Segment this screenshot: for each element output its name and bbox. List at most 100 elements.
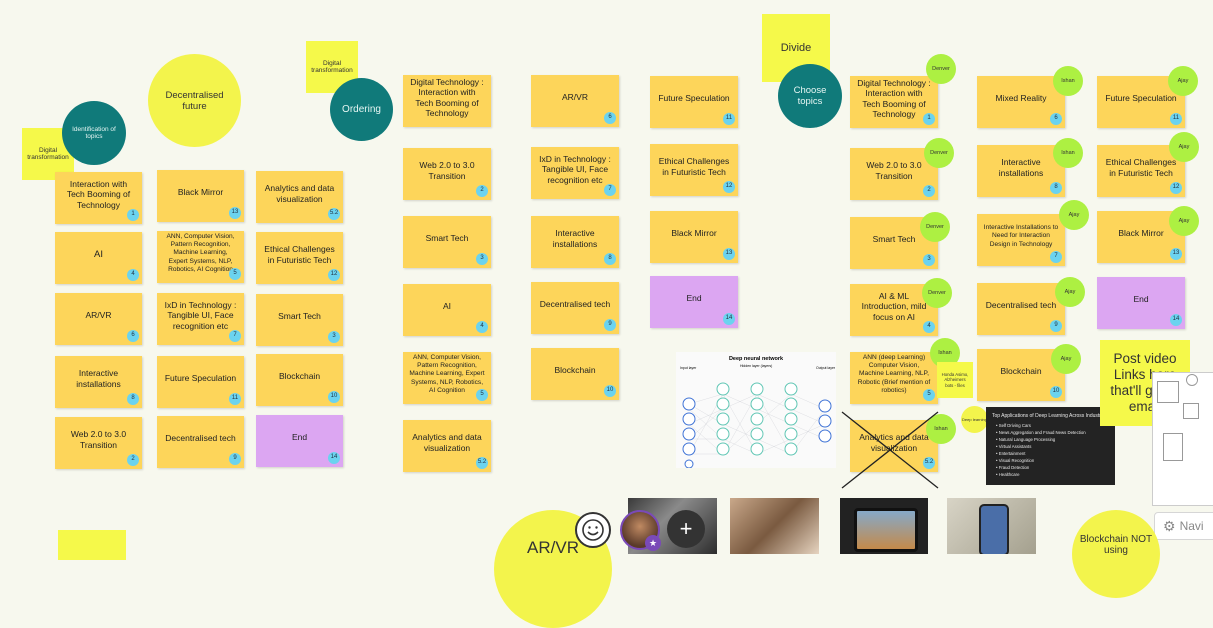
topic-note[interactable]: AI 4 bbox=[403, 284, 491, 336]
topic-note[interactable]: Interactive Installations to Need for In… bbox=[977, 214, 1065, 266]
topic-note[interactable]: Smart Tech 3 bbox=[403, 216, 491, 268]
photo-thumbnail[interactable] bbox=[947, 498, 1036, 554]
photo-thumbnail[interactable] bbox=[730, 498, 819, 554]
user-avatar[interactable]: ★ bbox=[620, 510, 661, 551]
topic-note[interactable]: Ethical Challenges in Futuristic Tech 12 bbox=[256, 232, 343, 284]
topic-note[interactable]: Future Speculation 11 bbox=[157, 356, 244, 408]
topic-note[interactable]: End 14 bbox=[256, 415, 343, 467]
order-badge: 13 bbox=[229, 207, 241, 219]
topic-note[interactable]: Smart Tech 3 bbox=[256, 294, 343, 346]
topic-note[interactable]: Future Speculation 11 bbox=[650, 76, 738, 128]
note-text: Black Mirror bbox=[671, 228, 717, 239]
note-text: Future Speculation bbox=[1105, 93, 1177, 104]
topic-note[interactable]: Digital Technology : Interaction with Te… bbox=[403, 75, 491, 127]
order-badge: 5.2 bbox=[476, 457, 488, 469]
note-text: Interaction with Tech Booming of Technol… bbox=[66, 178, 131, 210]
note-text: Interactive Installations to Need for In… bbox=[983, 224, 1059, 248]
note-text: Digital Technology : Interaction with Te… bbox=[857, 77, 931, 119]
circle-label: Blockchain NOT using bbox=[1079, 534, 1153, 556]
topic-note[interactable]: Web 2.0 to 3.0 Transition 2 bbox=[55, 417, 142, 469]
topic-note[interactable]: Blockchain 10 bbox=[531, 348, 619, 400]
topic-note[interactable]: Black Mirror 13 bbox=[157, 170, 244, 222]
topic-note[interactable]: Analytics and data visualization 5.2 bbox=[256, 171, 343, 223]
topic-note[interactable]: Digital Technology : Interaction with Te… bbox=[850, 76, 938, 128]
topic-note[interactable]: Mixed Reality 6 bbox=[977, 76, 1065, 128]
order-badge: 14 bbox=[328, 452, 340, 464]
blockchain-circle[interactable]: Blockchain NOT using bbox=[1072, 510, 1160, 598]
smiley-icon bbox=[582, 519, 604, 541]
note-text: ANN, Computer Vision, Pattern Recognitio… bbox=[166, 233, 235, 273]
assignee-avatar: Ajay bbox=[1168, 66, 1198, 96]
identification-circle[interactable]: Identification of topics bbox=[62, 101, 126, 165]
photo-thumbnail[interactable] bbox=[840, 498, 928, 554]
deep-learning-applications-card[interactable]: Top Applications of Deep Learning Across… bbox=[986, 407, 1115, 485]
order-badge: 3 bbox=[328, 331, 340, 343]
topic-note[interactable]: IxD in Technology : Tangible UI, Face re… bbox=[157, 293, 244, 345]
nn-hidden-label: Hidden layer (layers) bbox=[740, 364, 773, 368]
topic-note[interactable]: AI 4 bbox=[55, 232, 142, 284]
note-text: Interactive installations bbox=[552, 228, 598, 249]
topic-note[interactable]: Blockchain 10 bbox=[256, 354, 343, 406]
assignee-avatar: Ishan bbox=[1053, 138, 1083, 168]
topic-note[interactable]: Analytics and data visualization 5.2 bbox=[403, 420, 491, 472]
topic-note[interactable]: ANN, Computer Vision, Pattern Recognitio… bbox=[157, 231, 244, 283]
neural-network-image[interactable]: Deep neural network Input layer Hidden l… bbox=[676, 352, 836, 468]
topic-note[interactable]: Interactive installations 8 bbox=[531, 216, 619, 268]
topic-note[interactable]: AR/VR 6 bbox=[531, 75, 619, 127]
note-text: Future Speculation bbox=[658, 93, 730, 104]
topic-note[interactable]: Interactive installations 8 bbox=[55, 356, 142, 408]
topic-note[interactable]: End 14 bbox=[1097, 277, 1185, 329]
resize-handle-icon[interactable] bbox=[1186, 374, 1198, 386]
circle-label: Deep learning bbox=[962, 417, 987, 422]
sticky-text: Digital transformation bbox=[27, 147, 69, 161]
ordering-circle[interactable]: Ordering bbox=[330, 78, 393, 141]
decentralised-future-circle[interactable]: Decentralised future bbox=[148, 54, 241, 147]
topic-note[interactable]: ANN, Computer Vision, Pattern Recognitio… bbox=[403, 352, 491, 404]
order-badge: 2 bbox=[476, 185, 488, 197]
deep-learning-circle[interactable]: Deep learning bbox=[961, 406, 988, 433]
tablet-image bbox=[854, 508, 918, 552]
topic-note[interactable]: AR/VR 6 bbox=[55, 293, 142, 345]
order-badge: 14 bbox=[723, 313, 735, 325]
note-text: Black Mirror bbox=[177, 187, 224, 198]
topic-note[interactable]: Interactive installations 8 bbox=[977, 145, 1065, 197]
order-badge: 5 bbox=[229, 268, 241, 280]
wire-box bbox=[1163, 433, 1183, 461]
yellow-sticky-bottom[interactable] bbox=[58, 530, 126, 560]
topic-note[interactable]: Interaction with Tech Booming of Technol… bbox=[55, 172, 142, 224]
order-badge: 5 bbox=[923, 389, 935, 401]
sticky-text: Divide bbox=[780, 42, 812, 54]
topic-note[interactable]: Black Mirror 13 bbox=[650, 211, 738, 263]
topic-note[interactable]: ANN (deep Learning) Computer Vision, Mac… bbox=[850, 352, 938, 404]
topic-note[interactable]: IxD in Technology : Tangible UI, Face re… bbox=[531, 147, 619, 199]
card-item: • Fraud Detection bbox=[996, 465, 1030, 470]
note-text: Web 2.0 to 3.0 Transition bbox=[866, 160, 922, 181]
topic-note[interactable]: Ethical Challenges in Futuristic Tech 12 bbox=[650, 144, 738, 196]
order-badge: 7 bbox=[1050, 251, 1062, 263]
topic-note[interactable]: Decentralised tech 9 bbox=[531, 282, 619, 334]
order-badge: 1 bbox=[127, 209, 139, 221]
choose-topics-circle[interactable]: Choose topics bbox=[778, 64, 842, 128]
nn-input-label: Input layer bbox=[680, 366, 697, 370]
topic-note[interactable]: End 14 bbox=[650, 276, 738, 328]
honda-asimo-sticky[interactable]: Honda Asimo, Alzheimers bots - files bbox=[937, 362, 973, 398]
nn-output-label: Output layer bbox=[816, 366, 836, 370]
order-badge: 5.2 bbox=[328, 208, 340, 220]
order-badge: 12 bbox=[723, 181, 735, 193]
topic-note[interactable]: Decentralised tech 9 bbox=[157, 416, 244, 468]
navigate-button[interactable]: ⚙ Navi bbox=[1154, 512, 1213, 540]
note-text: Blockchain bbox=[278, 371, 321, 382]
assignee-avatar: Ishan bbox=[1053, 66, 1083, 96]
order-badge: 10 bbox=[328, 391, 340, 403]
order-badge: 12 bbox=[1170, 182, 1182, 194]
wireframe-sketch[interactable] bbox=[1152, 372, 1213, 506]
topic-note[interactable]: Web 2.0 to 3.0 Transition 2 bbox=[403, 148, 491, 200]
order-badge: 9 bbox=[229, 453, 241, 465]
note-text: Blockchain bbox=[1000, 366, 1042, 377]
topic-note[interactable]: Decentralised tech 9 bbox=[977, 283, 1065, 335]
emoji-reaction-button[interactable] bbox=[575, 512, 611, 548]
note-text: AI bbox=[94, 248, 103, 260]
assignee-avatar: Ajay bbox=[1169, 206, 1199, 236]
add-button[interactable]: + bbox=[667, 510, 705, 548]
note-text: Web 2.0 to 3.0 Transition bbox=[70, 429, 127, 450]
